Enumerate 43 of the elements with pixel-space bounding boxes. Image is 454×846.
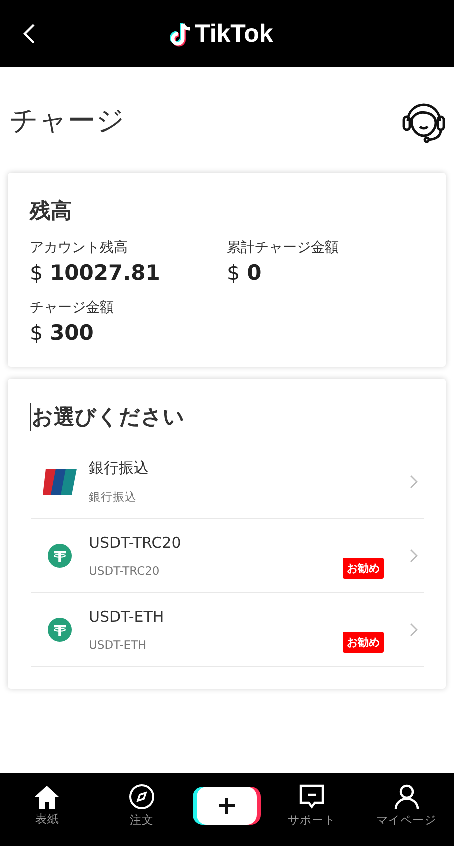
card-title: 残高: [30, 198, 73, 225]
home-icon: [34, 784, 60, 808]
field-label: チャージ金額: [30, 299, 115, 317]
recommended-badge: お勧め: [343, 632, 384, 653]
field-label: 累計チャージ金額: [227, 239, 340, 257]
nav-item[interactable]: サポート: [272, 784, 352, 828]
amount-value: $ 300: [30, 321, 95, 345]
amount-value: $ 0: [227, 261, 263, 285]
amount-value: $ 10027.81: [30, 261, 162, 285]
field-label: アカウント残高: [30, 239, 129, 257]
page-title: チャージ: [10, 103, 125, 139]
method-subtitle: USDT-TRC20: [89, 564, 161, 578]
nav-label: 注文: [130, 812, 154, 828]
nav-label: 表紙: [35, 812, 60, 826]
message-icon: [298, 784, 325, 810]
music-note-icon: [170, 22, 192, 48]
tether-icon: [48, 618, 72, 642]
chevron-left-icon: [22, 22, 36, 44]
tether-icon: [48, 544, 72, 568]
payment-method-item[interactable]: USDT-ETH USDT-ETH お勧め: [31, 593, 424, 667]
method-subtitle: 銀行振込: [89, 490, 138, 504]
method-name: USDT-ETH: [89, 608, 166, 626]
user-icon: [394, 784, 420, 810]
nav-item[interactable]: 注文: [102, 784, 182, 828]
method-name: USDT-TRC20: [89, 534, 182, 552]
brand-name: TikTok: [195, 20, 274, 49]
nav-item[interactable]: マイページ: [366, 784, 447, 828]
compass-icon: [129, 784, 156, 810]
nav-label: サポート: [288, 812, 336, 828]
create-button[interactable]: [196, 786, 257, 824]
chevron-right-icon: [410, 622, 418, 636]
bank-card-icon: [42, 466, 78, 496]
payment-method-item[interactable]: 銀行振込 銀行振込: [31, 445, 424, 519]
card-title: お選びください: [30, 403, 424, 431]
nav-label: マイページ: [376, 812, 437, 828]
nav-item[interactable]: 表紙: [7, 784, 88, 826]
payment-method-item[interactable]: USDT-TRC20 USDT-TRC20 お勧め: [31, 519, 424, 593]
method-name: 銀行振込: [89, 458, 150, 478]
plus-icon: [216, 796, 237, 816]
chevron-right-icon: [410, 548, 418, 562]
recommended-badge: お勧め: [343, 558, 384, 579]
chevron-right-icon: [410, 474, 418, 488]
method-subtitle: USDT-ETH: [89, 638, 148, 652]
